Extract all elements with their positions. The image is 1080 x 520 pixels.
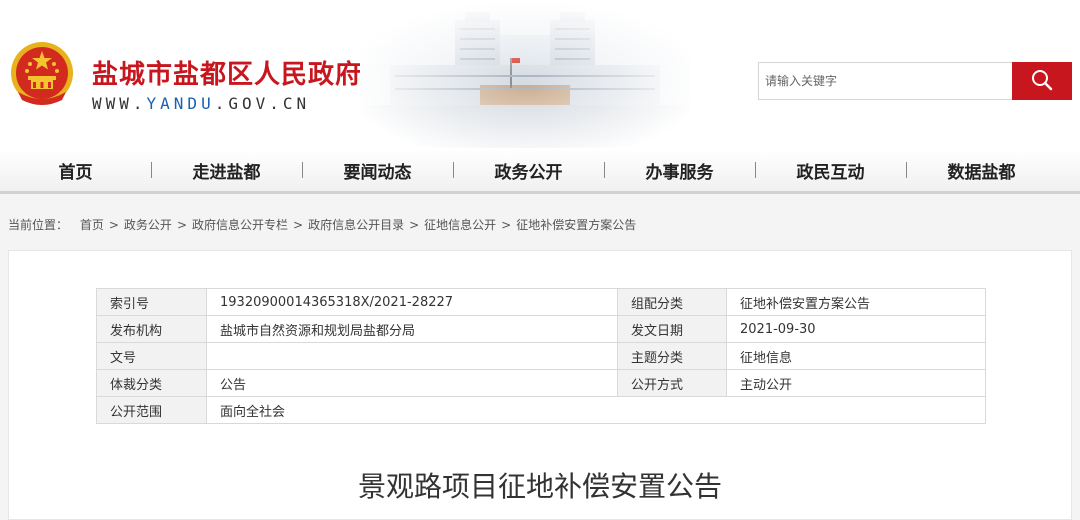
breadcrumb-separator: > [293, 218, 304, 232]
national-emblem-icon [11, 42, 73, 105]
meta-value-disclosure-method: 主动公开 [726, 369, 986, 397]
meta-value-category: 征地补偿安置方案公告 [726, 288, 986, 316]
meta-value-index: 19320900014365318X/2021-28227 [206, 288, 618, 316]
meta-value-doc-number [206, 342, 618, 370]
meta-key-category: 组配分类 [617, 288, 727, 316]
meta-value-genre: 公告 [206, 369, 618, 397]
nav-item-data[interactable]: 数据盐都 [906, 158, 1057, 183]
breadcrumb-separator: > [176, 218, 187, 232]
breadcrumb-item-current[interactable]: 征地补偿安置方案公告 [516, 218, 636, 232]
meta-key-date: 发文日期 [617, 315, 727, 343]
meta-key-genre: 体裁分类 [96, 369, 207, 397]
breadcrumb-item-home[interactable]: 首页 [80, 218, 104, 232]
meta-key-index: 索引号 [96, 288, 207, 316]
meta-key-topic: 主题分类 [617, 342, 727, 370]
site-url-highlight: YANDU [146, 94, 215, 113]
breadcrumb-item-info-catalog[interactable]: 政府信息公开目录 [308, 218, 404, 232]
nav-item-gov-affairs[interactable]: 政务公开 [453, 158, 604, 183]
search-icon [1032, 69, 1053, 90]
meta-key-publisher: 发布机构 [96, 315, 207, 343]
site-header: 盐城市盐都区人民政府 WWW.YANDU.GOV.CN [0, 0, 1080, 150]
breadcrumb-item-land-info[interactable]: 征地信息公开 [424, 218, 496, 232]
article-title: 景观路项目征地补偿安置公告 [357, 470, 722, 503]
site-url: WWW.YANDU.GOV.CN [92, 94, 310, 113]
breadcrumb-separator: > [108, 218, 119, 232]
breadcrumb-label: 当前位置： [8, 218, 69, 232]
metadata-table: 索引号 19320900014365318X/2021-28227 组配分类 征… [96, 288, 986, 424]
search-input[interactable] [758, 62, 1012, 100]
table-row: 体裁分类 公告 公开方式 主动公开 [96, 369, 986, 397]
breadcrumb-item-gov-affairs[interactable]: 政务公开 [124, 218, 172, 232]
breadcrumb-separator: > [501, 218, 512, 232]
breadcrumb: 当前位置： 首页 > 政务公开 > 政府信息公开专栏 > 政府信息公开目录 > 征地信息公开 > 征… [8, 216, 636, 233]
search-button[interactable] [1012, 62, 1072, 100]
nav-item-interaction[interactable]: 政民互动 [755, 158, 906, 183]
meta-value-topic: 征地信息 [726, 342, 986, 370]
table-row: 索引号 19320900014365318X/2021-28227 组配分类 征… [96, 288, 986, 316]
meta-value-scope: 面向全社会 [206, 396, 986, 424]
government-building-banner [360, 0, 690, 148]
search-box [758, 62, 1072, 102]
nav-item-news[interactable]: 要闻动态 [302, 158, 453, 183]
table-row: 公开范围 面向全社会 [96, 396, 986, 424]
site-name[interactable]: 盐城市盐都区人民政府 [92, 54, 362, 91]
content-panel: 索引号 19320900014365318X/2021-28227 组配分类 征… [8, 250, 1072, 520]
meta-key-scope: 公开范围 [96, 396, 207, 424]
site-url-suffix: .GOV.CN [214, 94, 311, 113]
main-nav: 首页 走进盐都 要闻动态 政务公开 办事服务 政民互动 数据盐都 [0, 150, 1080, 194]
breadcrumb-separator: > [409, 218, 420, 232]
table-row: 发布机构 盐城市自然资源和规划局盐都分局 发文日期 2021-09-30 [96, 315, 986, 343]
site-url-prefix: WWW. [92, 94, 147, 113]
nav-item-home[interactable]: 首页 [0, 158, 151, 183]
table-row: 文号 主题分类 征地信息 [96, 342, 986, 370]
meta-value-date: 2021-09-30 [726, 315, 986, 343]
meta-key-disclosure-method: 公开方式 [617, 369, 727, 397]
breadcrumb-item-info-column[interactable]: 政府信息公开专栏 [192, 218, 288, 232]
nav-item-about-yandu[interactable]: 走进盐都 [151, 158, 302, 183]
nav-item-services[interactable]: 办事服务 [604, 158, 755, 183]
meta-key-doc-number: 文号 [96, 342, 207, 370]
meta-value-publisher: 盐城市自然资源和规划局盐都分局 [206, 315, 618, 343]
